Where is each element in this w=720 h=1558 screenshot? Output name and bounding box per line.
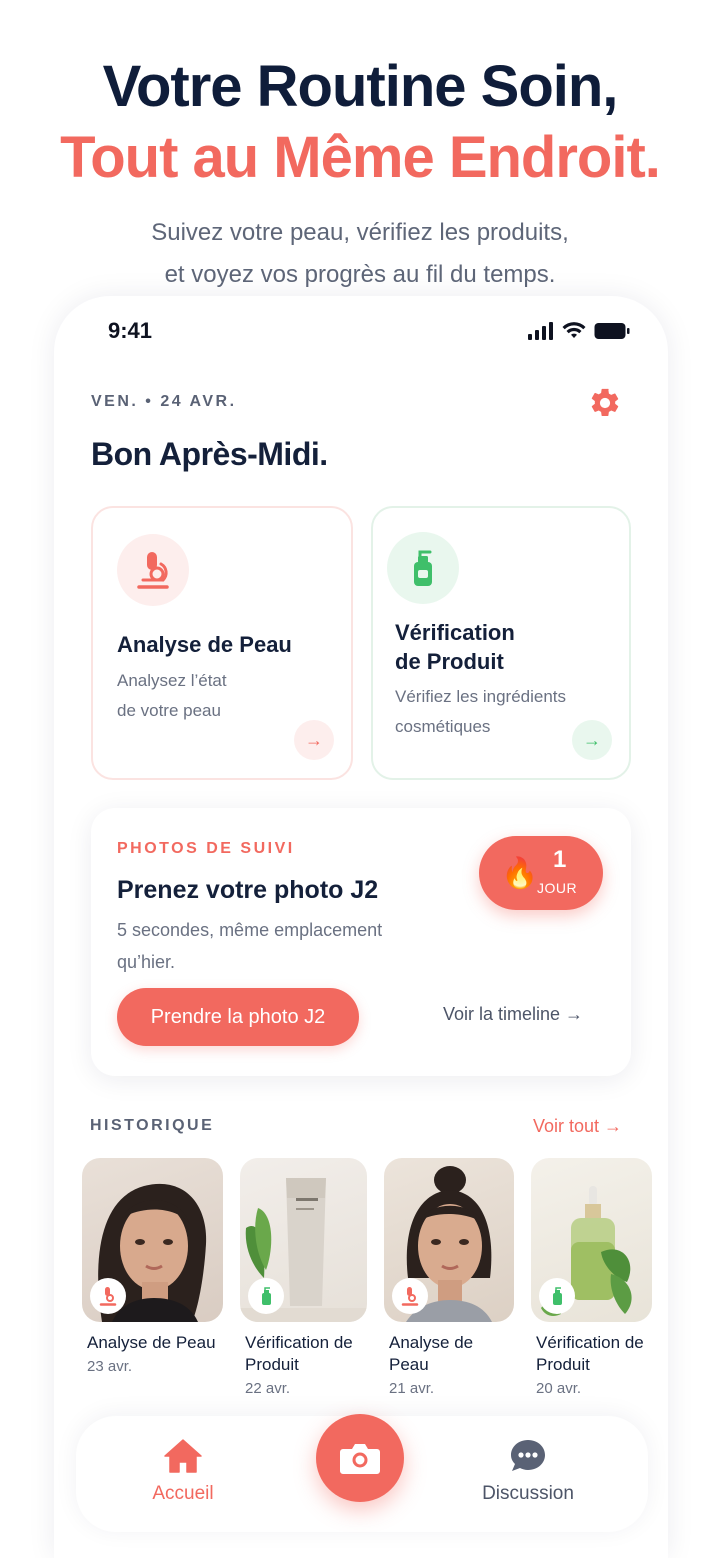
streak-badge: 🔥 1 JOUR xyxy=(479,836,603,910)
history-item-title: Vérification de Produit xyxy=(245,1333,353,1374)
product-photo xyxy=(531,1158,652,1322)
product-check-title: Vérification de Produit xyxy=(395,618,515,676)
skin-analysis-desc-line2: de votre peau xyxy=(117,701,221,720)
hero-subtitle-line2: et voyez vos progrès au fil du temps. xyxy=(164,261,556,288)
product-check-title-line2: de Produit xyxy=(395,649,504,674)
microscope-icon xyxy=(117,534,189,606)
streak-unit: JOUR xyxy=(537,880,578,896)
history-item-title: Analyse de Peau xyxy=(87,1333,216,1352)
followup-photo-card: PHOTOS DE SUIVI Prenez votre photo J2 5 … xyxy=(91,808,631,1076)
nav-home[interactable]: Accueil xyxy=(138,1438,228,1505)
history-item[interactable]: Analyse de Peau 23 avr. xyxy=(82,1158,223,1375)
view-timeline-link[interactable]: Voir la timeline → xyxy=(443,1004,583,1025)
nav-chat[interactable]: Discussion xyxy=(472,1438,584,1505)
skin-analysis-desc: Analysez l’état de votre peau xyxy=(117,666,227,726)
date-label: VEN. • 24 AVR. xyxy=(91,393,237,410)
followup-desc-line2: qu’hier. xyxy=(117,952,176,972)
take-photo-button[interactable]: Prendre la photo J2 xyxy=(117,988,359,1046)
hero: Votre Routine Soin, Tout au Même Endroit… xyxy=(0,52,720,296)
history-label: HISTORIQUE xyxy=(90,1117,215,1134)
face-photo xyxy=(82,1158,223,1322)
followup-desc: 5 secondes, même emplacement qu’hier. xyxy=(117,914,447,978)
see-all-link[interactable]: Voir tout → xyxy=(533,1116,622,1137)
history-item-title: Vérification de Produit xyxy=(536,1333,644,1374)
history-item[interactable]: Analyse de Peau 21 avr. xyxy=(384,1158,514,1397)
history-item-date: 20 avr. xyxy=(536,1380,582,1397)
history-item-date: 22 avr. xyxy=(245,1380,291,1397)
camera-button[interactable] xyxy=(316,1414,404,1502)
fire-icon: 🔥 xyxy=(501,857,539,890)
skin-analysis-title: Analyse de Peau xyxy=(117,632,292,657)
history-item-date: 21 avr. xyxy=(389,1380,435,1397)
bottom-nav: Accueil Discussion xyxy=(76,1414,648,1532)
nav-home-label: Accueil xyxy=(152,1483,214,1504)
history-item[interactable]: Vérification de Produit 22 avr. xyxy=(240,1158,367,1397)
arrow-right-icon[interactable]: → xyxy=(572,720,612,760)
arrow-right-icon[interactable]: → xyxy=(294,720,334,760)
camera-icon xyxy=(340,1444,380,1474)
hero-title: Votre Routine Soin, xyxy=(102,54,619,119)
product-check-title-line1: Vérification xyxy=(395,620,515,645)
product-check-card[interactable]: Vérification de Produit Vérifiez les ing… xyxy=(371,506,631,780)
wifi-icon xyxy=(562,322,586,338)
nav-chat-label: Discussion xyxy=(482,1483,574,1504)
streak-count: 1 xyxy=(553,846,567,873)
product-check-desc-line1: Vérifiez les ingrédients xyxy=(395,687,567,706)
hero-subtitle-line1: Suivez votre peau, vérifiez les produits… xyxy=(151,219,569,246)
hero-title-accent: Tout au Même Endroit. xyxy=(60,125,661,190)
bottle-icon xyxy=(387,532,459,604)
history-item-title: Analyse de Peau xyxy=(389,1333,474,1374)
followup-label: PHOTOS DE SUIVI xyxy=(117,840,295,857)
microscope-icon xyxy=(90,1278,126,1314)
status-bar: 9:41 xyxy=(108,318,630,348)
product-check-desc-line2: cosmétiques xyxy=(395,717,491,736)
followup-desc-line1: 5 secondes, même emplacement xyxy=(117,920,383,940)
home-icon xyxy=(164,1439,202,1473)
history-item-date: 23 avr. xyxy=(87,1358,133,1375)
microscope-icon xyxy=(392,1278,428,1314)
battery-icon xyxy=(594,323,630,339)
product-photo xyxy=(240,1158,367,1322)
bottle-icon xyxy=(248,1278,284,1314)
hero-subtitle: Suivez votre peau, vérifiez les produits… xyxy=(0,212,720,296)
followup-title: Prenez votre photo J2 xyxy=(117,876,379,904)
chat-bubble-icon xyxy=(511,1440,545,1471)
history-item[interactable]: Vérification de Produit 20 avr. xyxy=(531,1158,652,1397)
status-time: 9:41 xyxy=(108,318,153,343)
gear-icon[interactable] xyxy=(588,386,622,420)
signal-icon xyxy=(528,322,553,340)
bottle-icon xyxy=(539,1278,575,1314)
product-check-desc: Vérifiez les ingrédients cosmétiques xyxy=(395,682,566,742)
skin-analysis-card[interactable]: Analyse de Peau Analysez l’état de votre… xyxy=(91,506,353,780)
skin-analysis-desc-line1: Analysez l’état xyxy=(117,671,227,690)
status-icons xyxy=(528,322,630,340)
face-photo xyxy=(384,1158,514,1322)
greeting-title: Bon Après-Midi. xyxy=(91,436,328,472)
